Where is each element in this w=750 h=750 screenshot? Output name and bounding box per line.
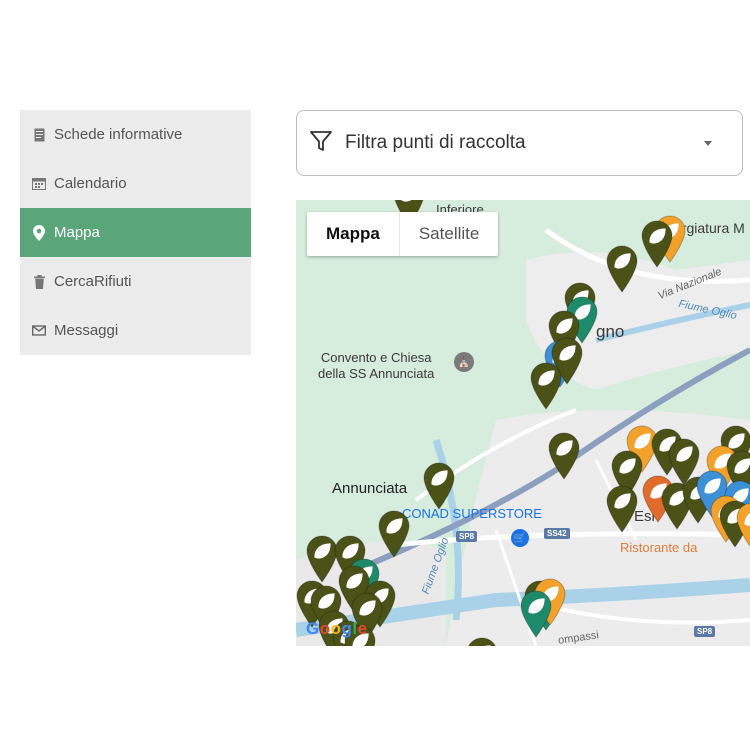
trash-icon [32, 274, 46, 290]
tab-mappa[interactable]: Mappa [307, 212, 400, 256]
mail-icon [32, 323, 46, 339]
leaf-marker-icon [606, 485, 638, 533]
google-logo: Google [306, 619, 368, 638]
map-view[interactable]: Inferiore orgiatura M Via Nazionale Fium… [296, 200, 750, 646]
sidebar-item-label: Calendario [54, 175, 127, 192]
road-badge-sp8-right: SP8 [694, 626, 716, 637]
sidebar-item-calendario[interactable]: Calendario [20, 159, 251, 208]
filter-collection-points-select[interactable]: Filtra punti di raccolta [296, 110, 743, 176]
map-type-toggle: Mappa Satellite [307, 212, 499, 256]
map-label-ristorante: Ristorante da [620, 540, 698, 555]
collection-point-marker[interactable] [423, 462, 455, 510]
sidebar-item-schede-informative[interactable]: Schede informative [20, 110, 251, 159]
leaf-marker-icon [423, 462, 455, 510]
road-badge-sp8-left: SP8 [456, 531, 478, 542]
leaf-marker-icon [530, 362, 562, 410]
leaf-marker-icon [548, 432, 580, 480]
collection-point-marker[interactable] [641, 220, 673, 268]
collection-point-marker[interactable] [606, 485, 638, 533]
sidebar-item-cercarifiuti[interactable]: CercaRifiuti [20, 257, 251, 306]
chevron-down-icon [704, 141, 712, 146]
map-label-annunciata: Annunciata [332, 480, 408, 497]
collection-point-marker[interactable] [466, 637, 498, 646]
sidebar-item-label: CercaRifiuti [54, 273, 132, 290]
church-icon: ⛪ [454, 352, 474, 372]
leaf-marker-icon [378, 510, 410, 558]
sidebar-item-mappa[interactable]: Mappa [20, 208, 251, 257]
leaf-marker-icon [606, 245, 638, 293]
map-label-gno: gno [596, 322, 625, 341]
document-icon [32, 127, 46, 143]
calendar-icon [32, 176, 46, 192]
sidebar-item-label: Mappa [54, 224, 100, 241]
leaf-marker-icon [468, 637, 496, 646]
tab-satellite[interactable]: Satellite [400, 212, 498, 256]
collection-point-marker[interactable] [378, 510, 410, 558]
leaf-marker-icon [520, 590, 552, 638]
collection-point-marker[interactable] [548, 432, 580, 480]
map-label-convento: Convento e Chiesa della SS Annunciata [318, 350, 435, 381]
filter-icon [309, 129, 333, 158]
shopping-cart-icon: 🛒 [511, 529, 529, 547]
map-pin-icon [32, 224, 46, 241]
collection-point-marker[interactable] [736, 502, 750, 550]
collection-point-marker[interactable] [606, 245, 638, 293]
sidebar-item-messaggi[interactable]: Messaggi [20, 306, 251, 355]
leaf-marker-icon [736, 502, 750, 548]
sidebar-item-label: Schede informative [54, 126, 183, 143]
collection-point-marker[interactable] [530, 362, 562, 410]
sidebar-item-label: Messaggi [54, 322, 119, 339]
road-badge-ss42: SS42 [544, 528, 570, 539]
filter-label: Filtra punti di raccolta [345, 132, 526, 153]
sidebar-nav: Schede informative Calendario Mappa Cerc… [20, 110, 251, 355]
collection-point-marker[interactable] [520, 590, 552, 638]
leaf-marker-icon [641, 220, 673, 268]
